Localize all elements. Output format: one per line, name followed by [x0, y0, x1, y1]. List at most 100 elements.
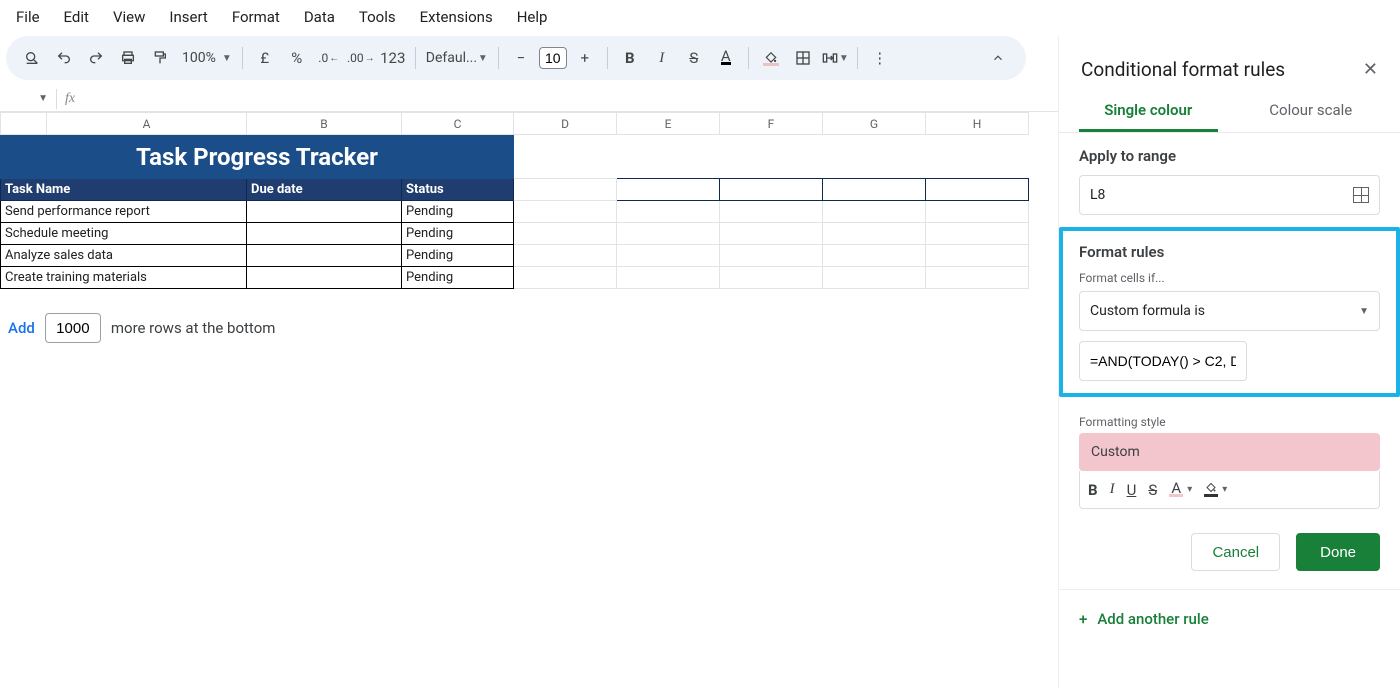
apply-to-range-label: Apply to range	[1079, 147, 1380, 165]
cell-status[interactable]: Pending	[402, 201, 514, 223]
column-headers: A B C D E F G H	[1, 113, 1029, 135]
menu-help[interactable]: Help	[507, 4, 558, 30]
number-format-button[interactable]: 123	[379, 44, 407, 72]
menu-tools[interactable]: Tools	[349, 4, 406, 30]
col-header[interactable]: G	[823, 113, 926, 135]
add-another-rule[interactable]: + Add another rule	[1059, 589, 1400, 648]
cell-due[interactable]	[247, 267, 402, 289]
style-text-color[interactable]: A ▾	[1169, 482, 1192, 497]
fill-color-swatch	[763, 63, 779, 66]
formula-input[interactable]	[1079, 341, 1247, 381]
plus-icon: +	[1079, 610, 1087, 628]
col-header[interactable]: A	[47, 113, 247, 135]
menu-data[interactable]: Data	[294, 4, 345, 30]
cell-task[interactable]: Analyze sales data	[1, 245, 247, 267]
chevron-down-icon: ▼	[1359, 306, 1369, 317]
chevron-down-icon: ▼	[38, 93, 48, 104]
percent-button[interactable]: %	[283, 44, 311, 72]
close-panel-button[interactable]: ✕	[1363, 59, 1378, 80]
menu-format[interactable]: Format	[222, 4, 290, 30]
toolbar: 100% ▼ £ % .0← .00→ 123 Defaul... ▼ − + …	[6, 36, 1026, 80]
style-strikethrough[interactable]: S	[1148, 481, 1157, 499]
increase-decimal-button[interactable]: .00→	[347, 44, 375, 72]
cell-due[interactable]	[247, 245, 402, 267]
italic-button[interactable]: I	[648, 44, 676, 72]
cancel-button[interactable]: Cancel	[1191, 533, 1280, 571]
style-toolbar: B I U S A ▾ ▾	[1079, 471, 1380, 509]
style-preview[interactable]: Custom	[1079, 433, 1380, 471]
text-color-button[interactable]: A	[712, 44, 740, 72]
cell-task[interactable]: Send performance report	[1, 201, 247, 223]
menu-extensions[interactable]: Extensions	[410, 4, 503, 30]
toolbar-separator	[748, 47, 749, 69]
separator	[56, 89, 57, 109]
cell-status[interactable]: Pending	[402, 267, 514, 289]
cell-status[interactable]: Pending	[402, 245, 514, 267]
header-status[interactable]: Status	[402, 179, 514, 201]
font-size-input[interactable]	[539, 47, 567, 69]
decrease-decimal-button[interactable]: .0←	[315, 44, 343, 72]
undo-button[interactable]	[50, 44, 78, 72]
zoom-select[interactable]: 100% ▼	[180, 50, 232, 66]
header-task[interactable]: Task Name	[1, 179, 247, 201]
tab-colour-scale[interactable]: Colour scale	[1242, 91, 1381, 132]
fill-color-button[interactable]	[757, 44, 785, 72]
cell-due[interactable]	[247, 223, 402, 245]
menu-edit[interactable]: Edit	[54, 4, 99, 30]
menu-file[interactable]: File	[6, 4, 50, 30]
cell-status[interactable]: Pending	[402, 223, 514, 245]
style-fill-color[interactable]: ▾	[1204, 482, 1227, 497]
menu-insert[interactable]: Insert	[159, 4, 217, 30]
col-header[interactable]: D	[514, 113, 617, 135]
fx-icon: fx	[65, 91, 75, 107]
col-header[interactable]: B	[247, 113, 402, 135]
paint-format-button[interactable]	[146, 44, 174, 72]
chevron-down-icon: ▼	[478, 53, 488, 64]
bold-button[interactable]: B	[616, 44, 644, 72]
font-family-select[interactable]: Defaul... ▼	[422, 50, 492, 66]
done-button[interactable]: Done	[1296, 533, 1380, 571]
select-range-icon[interactable]	[1353, 187, 1369, 203]
collapse-toolbar-button[interactable]	[984, 44, 1012, 72]
col-header[interactable]: F	[720, 113, 823, 135]
font-size-decrease[interactable]: −	[507, 44, 535, 72]
strikethrough-button[interactable]: S	[680, 44, 708, 72]
font-size-increase[interactable]: +	[571, 44, 599, 72]
toolbar-separator	[607, 47, 608, 69]
redo-button[interactable]	[82, 44, 110, 72]
chevron-down-icon: ▾	[1187, 484, 1192, 495]
cell-task[interactable]: Create training materials	[1, 267, 247, 289]
style-underline[interactable]: U	[1127, 481, 1137, 499]
range-input[interactable]: L8	[1079, 175, 1380, 215]
menu-view[interactable]: View	[103, 4, 155, 30]
name-box[interactable]: ▼	[6, 93, 48, 104]
style-italic[interactable]: I	[1110, 481, 1115, 498]
print-button[interactable]	[114, 44, 142, 72]
currency-button[interactable]: £	[251, 44, 279, 72]
header-due[interactable]: Due date	[247, 179, 402, 201]
cell-task[interactable]: Schedule meeting	[1, 223, 247, 245]
panel-tabs: Single colour Colour scale	[1059, 91, 1400, 133]
select-all-cell[interactable]	[1, 113, 47, 135]
spreadsheet-grid[interactable]: A B C D E F G H Task Progress Tracker Ta…	[0, 112, 1038, 289]
chevron-down-icon: ▾	[1222, 484, 1227, 495]
add-rows-label: more rows at the bottom	[111, 319, 276, 337]
add-rows-button[interactable]: Add	[8, 319, 35, 337]
range-value: L8	[1090, 187, 1105, 203]
style-bold[interactable]: B	[1088, 481, 1098, 499]
format-rules-highlight: Format rules Format cells if... Custom f…	[1059, 227, 1400, 397]
sheet-title-cell[interactable]: Task Progress Tracker	[1, 135, 514, 179]
tab-single-colour[interactable]: Single colour	[1079, 91, 1218, 132]
chevron-down-icon: ▼	[839, 53, 849, 64]
add-rows-count[interactable]	[45, 313, 101, 343]
search-menu-button[interactable]	[18, 44, 46, 72]
col-header[interactable]: C	[402, 113, 514, 135]
merge-cells-button[interactable]: ▼	[821, 44, 849, 72]
col-header[interactable]: E	[617, 113, 720, 135]
cell-due[interactable]	[247, 201, 402, 223]
more-tools-button[interactable]: ⋮	[866, 44, 894, 72]
condition-value: Custom formula is	[1090, 303, 1205, 319]
col-header[interactable]: H	[926, 113, 1029, 135]
condition-select[interactable]: Custom formula is ▼	[1079, 291, 1380, 331]
borders-button[interactable]	[789, 44, 817, 72]
